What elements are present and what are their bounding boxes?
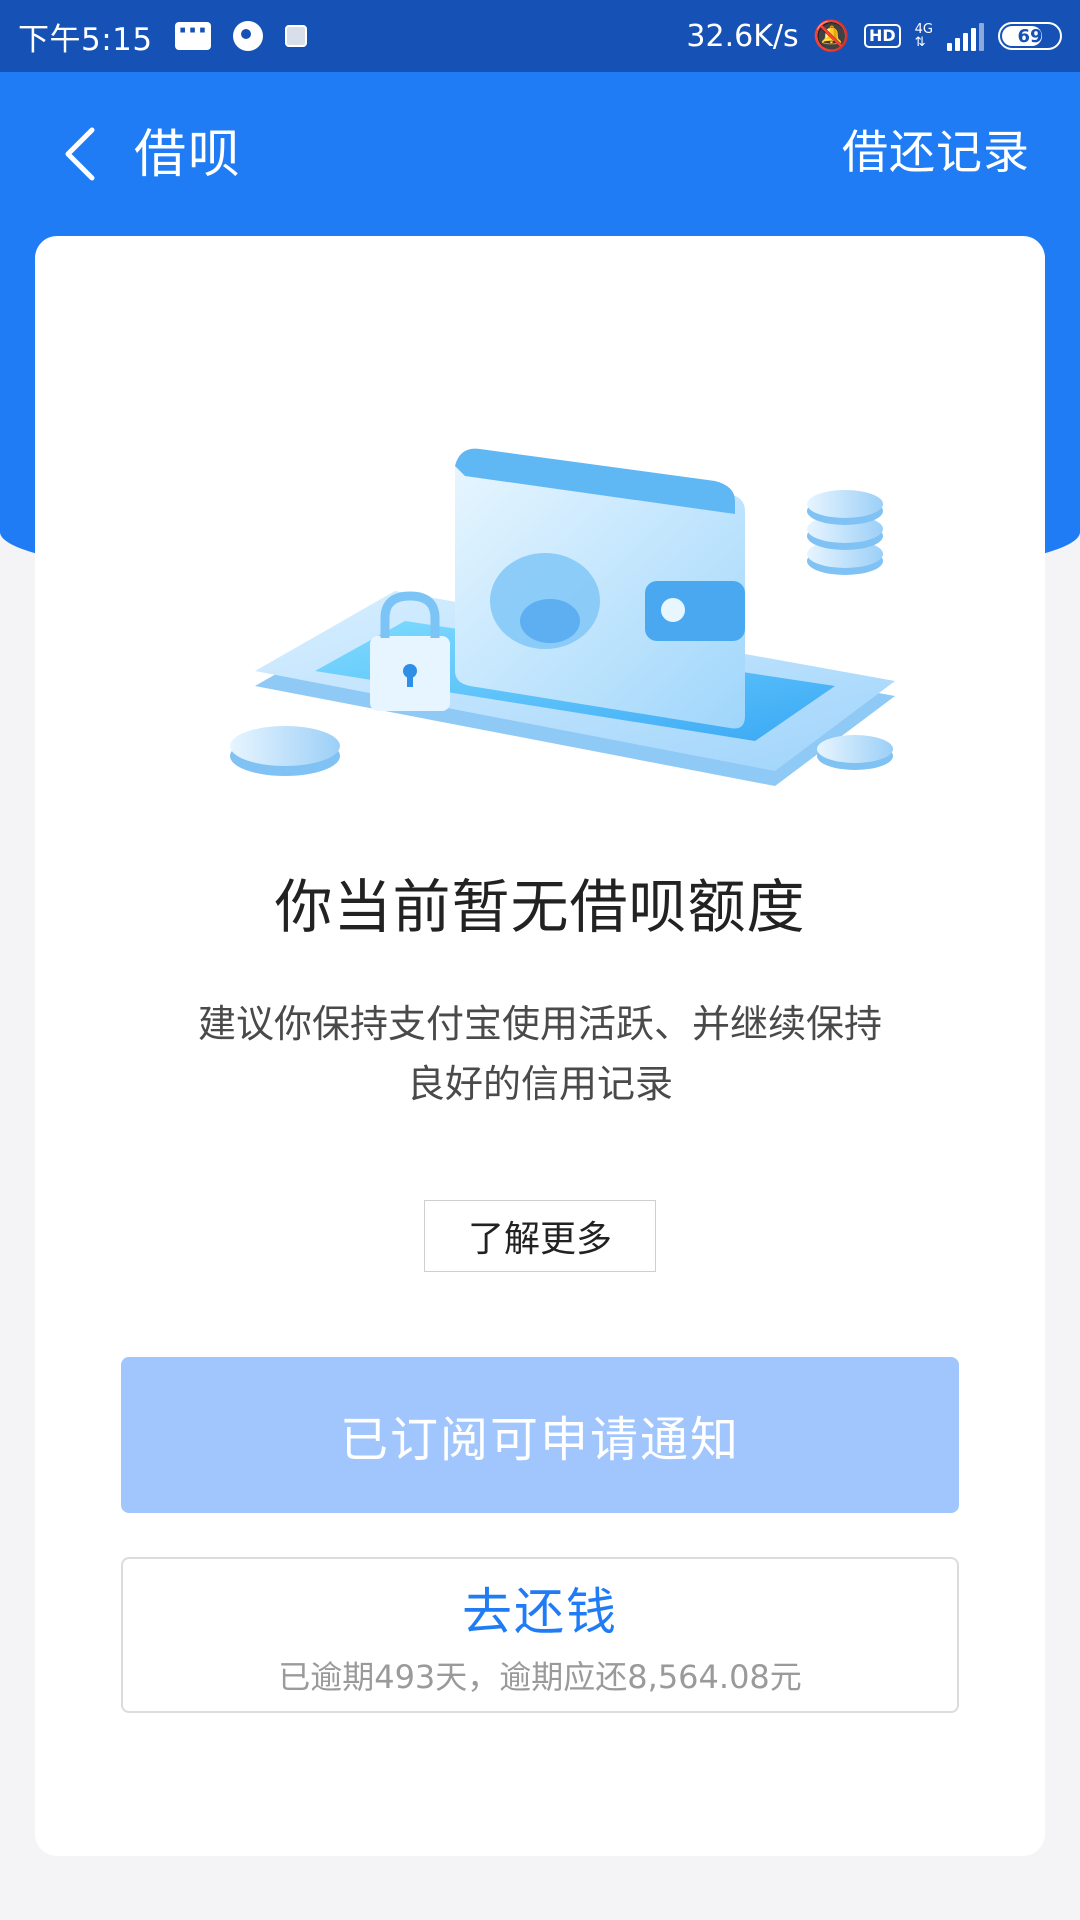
overdue-detail: 已逾期493天，逾期应还8,564.08元 xyxy=(278,1658,802,1696)
page-title: 借呗 xyxy=(134,125,243,185)
battery-icon: 69 xyxy=(998,22,1062,50)
status-time: 下午5:15 xyxy=(18,21,153,58)
data-arrows-icon: ⇅ xyxy=(914,35,926,50)
signal-icon xyxy=(947,21,984,51)
card-app-icon xyxy=(284,25,307,47)
back-chevron-icon[interactable] xyxy=(48,122,112,186)
advice-text: 建议你保持支付宝使用活跃、并继续保持 良好的信用记录 xyxy=(145,994,935,1114)
repay-button-label: 去还钱 xyxy=(462,1583,618,1641)
network-speed: 32.6K/s xyxy=(686,18,799,54)
advice-line-2: 良好的信用记录 xyxy=(406,1062,673,1106)
subscribe-notify-button[interactable]: 已订阅可申请通知 xyxy=(121,1357,959,1513)
repay-button[interactable]: 去还钱 已逾期493天，逾期应还8,564.08元 xyxy=(121,1557,959,1713)
battery-level: 69 xyxy=(1017,25,1043,47)
status-bar: 下午5:15 32.6K/s 🔕 HD 4G ⇅ 69 xyxy=(0,0,1080,72)
wallet-illustration xyxy=(230,448,895,786)
main-card: 你当前暂无借呗额度 建议你保持支付宝使用活跃、并继续保持 良好的信用记录 了解更… xyxy=(35,236,1045,1856)
loan-history-link[interactable]: 借还记录 xyxy=(842,116,1030,182)
advice-line-1: 建议你保持支付宝使用活跃、并继续保持 xyxy=(197,1002,882,1046)
hd-icon: HD xyxy=(863,24,901,48)
no-credit-headline: 你当前暂无借呗额度 xyxy=(274,873,806,941)
bell-muted-icon: 🔕 xyxy=(812,18,850,54)
learn-more-button[interactable]: 了解更多 xyxy=(424,1200,656,1272)
circle-app-icon xyxy=(232,21,263,51)
message-icon xyxy=(174,16,211,50)
network-type-icon: 4G ⇅ xyxy=(915,23,933,49)
nav-bar: 借呗 借还记录 xyxy=(0,72,1080,236)
